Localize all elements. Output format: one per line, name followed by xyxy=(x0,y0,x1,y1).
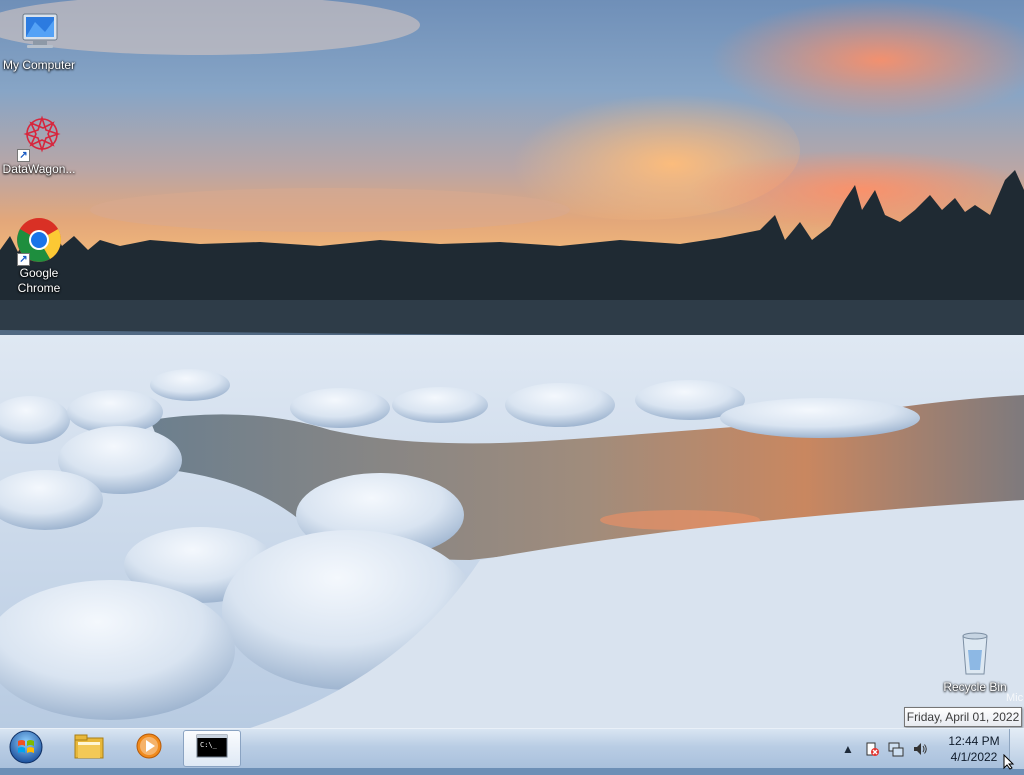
computer-icon xyxy=(15,8,63,56)
taskbar-clock[interactable]: 12:44 PM 4/1/2022 xyxy=(938,733,1010,765)
date-tooltip: Friday, April 01, 2022 xyxy=(904,707,1022,727)
svg-text:C:\_: C:\_ xyxy=(200,741,218,749)
desktop-icon-google-chrome[interactable]: ↗ Google Chrome xyxy=(0,216,78,296)
desktop-icon-recycle-bin[interactable]: Recycle Bin xyxy=(936,630,1014,695)
windows-watermark: Mic xyxy=(1006,692,1024,704)
start-button[interactable] xyxy=(4,730,48,768)
cmd-icon: C:\_ xyxy=(196,734,228,763)
chrome-icon: ↗ xyxy=(15,216,63,266)
desktop-icon-label: Google Chrome xyxy=(17,266,61,295)
clock-date: 4/1/2022 xyxy=(950,750,998,764)
action-center-icon[interactable] xyxy=(863,740,881,758)
taskbar-media-player-button[interactable] xyxy=(120,730,178,767)
volume-icon[interactable] xyxy=(911,740,929,758)
show-hidden-icons-icon[interactable]: ▲ xyxy=(839,740,857,758)
desktop-icon-label: My Computer xyxy=(2,58,76,72)
desktop-wallpaper xyxy=(0,0,1024,728)
recycle-bin-icon xyxy=(951,630,999,678)
taskbar-cmd-button[interactable]: C:\_ xyxy=(183,730,241,767)
folder-icon xyxy=(73,732,105,765)
datawagon-icon: ↗ xyxy=(15,112,63,162)
desktop-icon-datawagon[interactable]: ↗ DataWagon... xyxy=(0,112,78,177)
windows-logo-icon xyxy=(8,729,44,770)
shortcut-arrow-icon: ↗ xyxy=(17,253,30,266)
clock-time: 12:44 PM xyxy=(948,734,1000,748)
media-player-icon xyxy=(135,732,163,765)
mouse-cursor xyxy=(1003,753,1015,775)
shortcut-arrow-icon: ↗ xyxy=(17,149,30,162)
network-icon[interactable] xyxy=(887,740,905,758)
desktop-icon-my-computer[interactable]: My Computer xyxy=(0,8,78,73)
desktop-icon-label: DataWagon... xyxy=(2,162,76,176)
system-tray: ▲ 12:44 PM 4/1/2022 xyxy=(836,729,1010,769)
taskbar: C:\_ ▲ 12:44 PM 4/1/2022 xyxy=(0,728,1024,769)
desktop-icon-label: Recycle Bin xyxy=(943,680,1007,694)
taskbar-explorer-button[interactable] xyxy=(60,730,118,767)
